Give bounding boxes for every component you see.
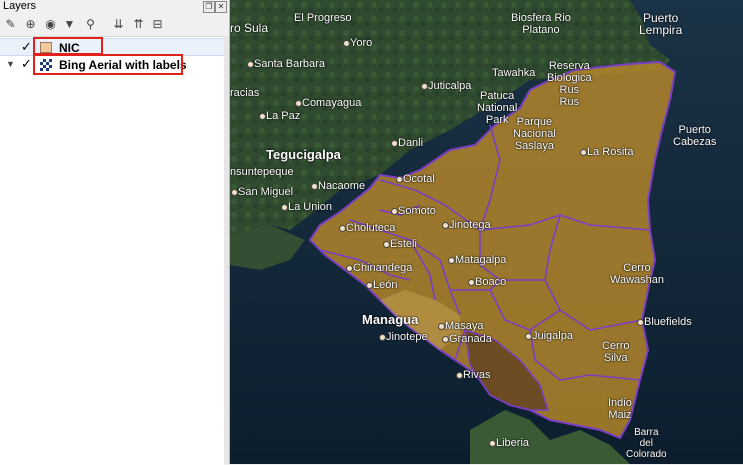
map-place-label: Jinotepe (379, 331, 428, 343)
map-place-label: Boaco (467, 276, 507, 288)
map-place-label: Indio Maiz (608, 397, 632, 421)
map-place-label: Tawahka (492, 67, 536, 79)
map-place-label: El Progreso (294, 12, 352, 24)
expand-all-icon[interactable]: ⇊ (111, 17, 126, 32)
map-place-label: Biosfera Rio Platano (511, 12, 571, 36)
map-place-label: Rivas (456, 369, 491, 381)
layer-visibility-checkbox[interactable]: ✓ (21, 40, 33, 53)
map-place-label: Danli (390, 137, 424, 149)
map-place-label: León (365, 279, 398, 291)
map-place-label: La Paz (258, 110, 301, 122)
map-place-label: San Miguel (230, 186, 294, 198)
map-place-label: Reserva Biologica Rus Rus (547, 60, 592, 108)
add-group-icon[interactable]: ⊕ (23, 17, 38, 32)
map-place-label: Choluteca (339, 222, 396, 234)
map-place-label: Cerro Wawashan (610, 262, 665, 286)
style-icon[interactable]: ✎ (3, 17, 18, 32)
map-place-label: Santa Barbara (247, 58, 325, 70)
layer-tree: ✓ NIC ▼ ✓ Bing Aerial with labels (0, 36, 224, 465)
map-place-label: Masaya (438, 320, 484, 332)
layers-toolbar: ✎ ⊕ ◉ ▼ ⚲ ⇊ ⇈ ⊟ (0, 14, 229, 37)
map-place-label: Esteli (383, 238, 417, 250)
layers-panel-titlebar: Layers ❐ ✕ (0, 0, 229, 14)
close-icon[interactable]: ✕ (215, 1, 227, 13)
map-place-label: Puerto Lempira (639, 11, 683, 37)
map-place-label: Chinandega (345, 262, 413, 274)
map-place-label: Ocotal (396, 173, 435, 185)
filter-icon[interactable]: ▼ (62, 17, 77, 32)
map-place-label: Somoto (391, 205, 436, 217)
map-place-label: La Union (280, 201, 333, 213)
panel-title: Layers (3, 0, 37, 12)
map-place-label: Jinotega (442, 219, 491, 231)
highlight-box-bing (33, 54, 183, 75)
map-place-label: Tegucigalpa (266, 147, 341, 162)
map-place-label: Juigalpa (525, 330, 573, 342)
map-place-label: Liberia (488, 437, 530, 449)
map-place-label: Parque Nacional Saslaya (513, 116, 556, 152)
tree-scrollbar[interactable] (224, 36, 229, 464)
map-place-label: Barra del Colorado (626, 427, 667, 460)
map-place-label: racias (230, 87, 260, 99)
map-place-label: Bluefields (637, 316, 692, 328)
map-place-label: nsuntepeque (230, 166, 294, 178)
collapse-all-icon[interactable]: ⇈ (131, 17, 146, 32)
filter-legend-icon[interactable]: ⚲ (83, 17, 98, 32)
layers-panel: Layers ❐ ✕ ✎ ⊕ ◉ ▼ ⚲ ⇊ ⇈ ⊟ ✓ NIC ▼ ✓ Bin… (0, 0, 230, 465)
map-place-label: Cerro Silva (602, 340, 630, 364)
map-canvas[interactable]: El Progreso Biosfera Rio Platano Puerto … (230, 0, 743, 464)
remove-layer-icon[interactable]: ⊟ (150, 17, 165, 32)
map-place-label: La Rosita (579, 146, 634, 158)
restore-icon[interactable]: ❐ (203, 1, 215, 13)
map-place-label: Comayagua (294, 97, 362, 109)
map-place-label: Granada (442, 333, 492, 345)
map-place-label: Patuca National Park (477, 90, 518, 126)
map-place-label: ro Sula (230, 21, 269, 35)
map-place-label: Puerto Cabezas (673, 124, 717, 148)
manage-visibility-icon[interactable]: ◉ (43, 17, 58, 32)
map-place-label: Juticalpa (420, 80, 472, 92)
map-place-label: Yoro (342, 37, 373, 49)
expand-arrow-icon[interactable]: ▼ (6, 59, 15, 69)
map-place-label: Managua (362, 312, 419, 327)
highlight-box-nic (33, 37, 103, 55)
layer-visibility-checkbox[interactable]: ✓ (21, 57, 33, 70)
map-place-label: Nacaome (310, 180, 366, 192)
map-place-label: Matagalpa (447, 254, 507, 266)
